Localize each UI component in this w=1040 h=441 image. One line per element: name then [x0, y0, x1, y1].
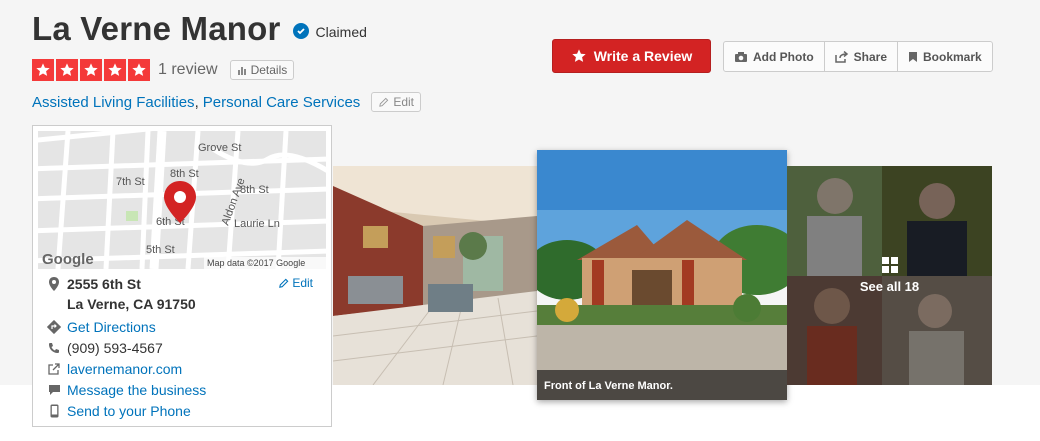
rating-row: 1 review Details [32, 59, 295, 81]
send-to-phone-link[interactable]: Send to your Phone [67, 403, 191, 419]
map-image[interactable]: Grove St 7th St 8th St 8th St Aldon Ave … [38, 131, 326, 269]
speech-bubble-icon [45, 382, 63, 398]
star-rating [32, 59, 150, 81]
write-review-button[interactable]: Write a Review [552, 39, 711, 73]
external-link-icon [45, 361, 63, 377]
star-icon [104, 59, 126, 81]
map-street-label: 5th St [146, 244, 175, 256]
category-link[interactable]: Personal Care Services [203, 94, 361, 111]
star-icon [32, 59, 54, 81]
bookmark-label: Bookmark [923, 49, 982, 64]
star-icon [128, 59, 150, 81]
details-button[interactable]: Details [229, 60, 295, 80]
map-attribution: Map data ©2017 Google [207, 258, 305, 268]
map-card: Grove St 7th St 8th St 8th St Aldon Ave … [32, 125, 332, 427]
camera-icon [735, 51, 747, 62]
photo-lobby[interactable] [333, 166, 537, 385]
send-phone-row: Send to your Phone [45, 403, 321, 424]
directions-icon [45, 319, 63, 335]
website-link[interactable]: lavernemanor.com [67, 361, 182, 377]
see-all-overlay: See all 18 [787, 166, 992, 385]
website-row: lavernemanor.com [45, 361, 321, 382]
bookmark-icon [909, 51, 918, 62]
map-street-label: 7th St [116, 176, 145, 188]
address-line-2: La Verne, CA 91750 [67, 296, 196, 312]
bar-chart-icon [237, 67, 246, 75]
photo-caption: Front of La Verne Manor. [537, 370, 787, 400]
address-block: 2555 6th St La Verne, CA 91750 Edit [45, 276, 321, 312]
action-button-group: Add Photo Share Bookmark [723, 41, 993, 72]
map-street-label: Laurie Ln [234, 218, 280, 230]
title-row: La Verne Manor Claimed [32, 10, 367, 48]
pencil-icon [279, 278, 289, 288]
share-label: Share [853, 49, 888, 64]
map-street-label: 8th St [170, 168, 199, 180]
mobile-phone-icon [45, 403, 63, 419]
write-review-label: Write a Review [593, 48, 693, 64]
review-count[interactable]: 1 review [158, 61, 218, 79]
address-list: 2555 6th St La Verne, CA 91750 Edit Get … [45, 276, 321, 424]
verified-check-icon [292, 23, 309, 39]
get-directions-link[interactable]: Get Directions [67, 319, 156, 335]
share-icon [834, 50, 848, 63]
phone-number: (909) 593-4567 [67, 340, 163, 356]
category-row: Assisted Living Facilities, Personal Car… [32, 92, 421, 112]
edit-categories-button[interactable]: Edit [371, 92, 421, 112]
address-line-1: 2555 6th St [67, 276, 141, 292]
google-logo: Google [42, 251, 94, 268]
details-label: Details [250, 63, 288, 77]
share-button[interactable]: Share [825, 42, 899, 71]
see-all-photos-tile[interactable]: See all 18 [787, 166, 992, 385]
message-business-link[interactable]: Message the business [67, 382, 206, 398]
business-name: La Verne Manor [32, 10, 281, 47]
star-icon [56, 59, 78, 81]
photo-front[interactable]: Front of La Verne Manor. [537, 150, 787, 400]
map-marker-icon [45, 276, 63, 292]
message-row: Message the business [45, 382, 321, 403]
grid-icon [881, 257, 898, 273]
claimed-label[interactable]: Claimed [316, 24, 367, 40]
phone-icon [45, 340, 63, 356]
bookmark-button[interactable]: Bookmark [898, 42, 992, 71]
see-all-label: See all 18 [859, 279, 920, 294]
edit-label: Edit [292, 276, 313, 290]
phone-row: (909) 593-4567 [45, 340, 321, 361]
edit-address-link[interactable]: Edit [278, 276, 313, 290]
add-photo-button[interactable]: Add Photo [724, 42, 825, 71]
star-icon [572, 49, 586, 62]
map-street-label: Grove St [198, 142, 241, 154]
category-link[interactable]: Assisted Living Facilities [32, 94, 195, 111]
edit-label: Edit [393, 95, 414, 109]
star-icon [80, 59, 102, 81]
add-photo-label: Add Photo [753, 49, 814, 64]
directions-row: Get Directions [45, 319, 321, 340]
pencil-icon [379, 97, 389, 107]
